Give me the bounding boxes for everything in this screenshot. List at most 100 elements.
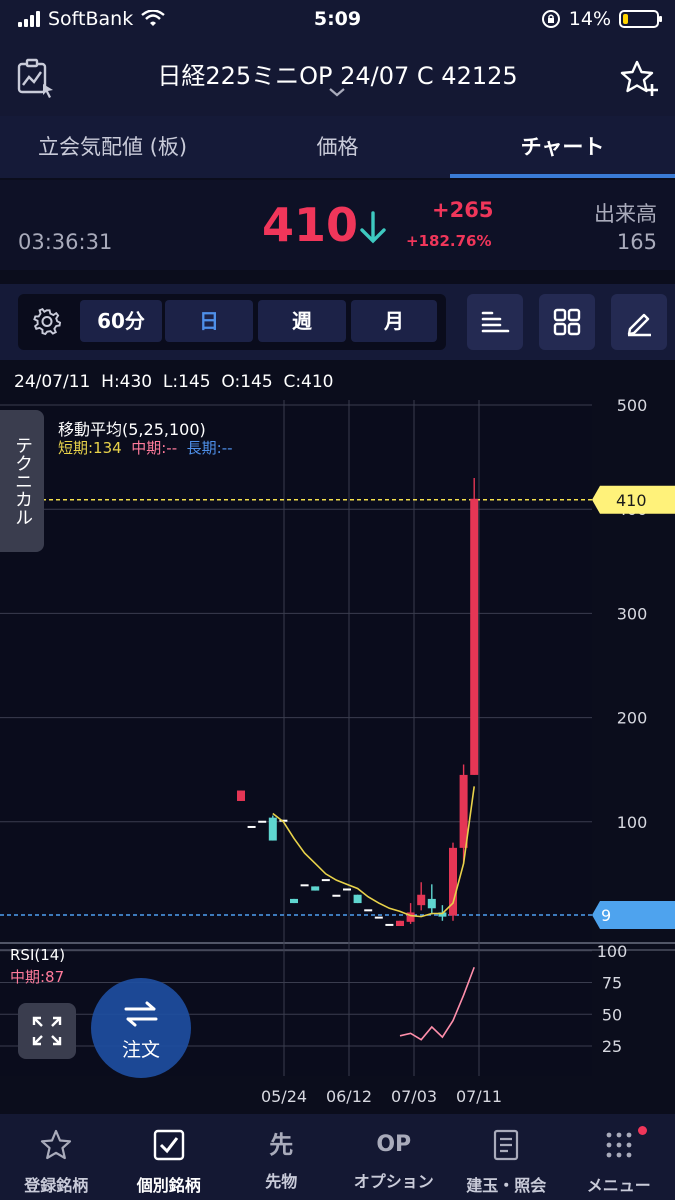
- option-icon: OP: [376, 1132, 412, 1157]
- nav-label: 登録銘柄: [24, 1176, 89, 1195]
- ma-short-value: 短期:134: [58, 439, 122, 457]
- fullscreen-button[interactable]: [18, 1003, 76, 1059]
- pencil-icon: [627, 313, 651, 337]
- nav-positions[interactable]: 建玉・照会: [450, 1114, 563, 1200]
- drawing-tool-button[interactable]: [611, 294, 667, 350]
- nav-label: 建玉・照会: [466, 1176, 547, 1195]
- ma-mid-value: 中期:--: [131, 439, 178, 457]
- nav-watchlist[interactable]: 登録銘柄: [0, 1114, 113, 1200]
- battery-percent: 14%: [568, 8, 611, 30]
- rsi-title: RSI(14): [10, 946, 66, 964]
- date-tick-label: 06/12: [326, 1087, 372, 1106]
- candle-body: [237, 790, 245, 801]
- rsi-pane-bg: [0, 946, 592, 1076]
- candle-body: [247, 825, 256, 828]
- candle-body: [470, 498, 479, 775]
- quote-panel: 03:36:31 410 +265 +182.76% 出来高 165: [0, 180, 675, 270]
- nav-individual[interactable]: 個別銘柄: [113, 1114, 226, 1200]
- price-tick-label: 500: [617, 396, 648, 415]
- star-plus-icon: [620, 60, 658, 96]
- notification-badge: [638, 1126, 647, 1135]
- candle-body: [321, 879, 330, 882]
- add-favorite-button[interactable]: [619, 58, 659, 102]
- candle-body: [459, 774, 468, 848]
- period-week-button[interactable]: 週: [258, 300, 346, 342]
- rsi-tick-label: 25: [602, 1037, 622, 1056]
- check-icon: [153, 1129, 184, 1161]
- nav-options[interactable]: OP オプション: [338, 1114, 451, 1200]
- chart-toolbar: 60分 日 週 月: [0, 284, 675, 360]
- candle-body: [385, 923, 394, 926]
- nav-futures[interactable]: 先 先物: [225, 1114, 338, 1200]
- candle-body: [396, 920, 404, 926]
- candle-body: [364, 909, 373, 912]
- nav-menu[interactable]: メニュー: [563, 1114, 675, 1200]
- candle-body: [417, 894, 426, 906]
- price-change: +265: [432, 198, 494, 222]
- view-tabs: 立会気配値 (板) 価格 チャート: [0, 116, 675, 178]
- candle-body: [343, 888, 351, 891]
- tab-chart[interactable]: チャート: [450, 116, 675, 178]
- low-price-tag-label: 9: [601, 906, 611, 925]
- candle-body: [353, 894, 362, 904]
- period-month-button[interactable]: 月: [351, 300, 437, 342]
- interval-selector[interactable]: 60分: [80, 300, 162, 342]
- nav-label: 個別銘柄: [136, 1176, 201, 1195]
- chart-settings-button[interactable]: [32, 306, 62, 340]
- grid-icon: [553, 308, 581, 336]
- date-tick-label: 05/24: [261, 1087, 307, 1106]
- indicator-list-button[interactable]: [467, 294, 523, 350]
- order-button-label: 注文: [121, 1039, 160, 1061]
- current-price-tag-label: 410: [616, 491, 647, 510]
- rsi-tick-label: 75: [602, 974, 622, 993]
- price-tick-label: 100: [617, 813, 648, 832]
- last-price: 410: [262, 198, 359, 252]
- orientation-lock-icon: [541, 10, 560, 28]
- candle-body: [427, 898, 436, 909]
- layout-grid-button[interactable]: [539, 294, 595, 350]
- volume-value: 165: [616, 230, 657, 254]
- date-tick-label: 07/11: [456, 1087, 502, 1106]
- period-selector: 60分 日 週 月: [18, 294, 446, 350]
- star-icon: [41, 1129, 72, 1160]
- ma-values: 短期:134 中期:-- 長期:--: [58, 437, 233, 458]
- gear-icon: [33, 307, 62, 336]
- status-bar: SoftBank 5:09 14%: [0, 0, 675, 40]
- candle-body: [374, 916, 383, 919]
- status-right: 14%: [541, 8, 662, 30]
- tab-order-book[interactable]: 立会気配値 (板): [0, 116, 225, 178]
- swap-arrows-icon: [124, 1001, 158, 1027]
- expand-icon: [32, 1016, 62, 1046]
- ohlc-readout: 24/07/11 H:430 L:145 O:145 C:410: [14, 372, 334, 392]
- battery-icon: [619, 10, 662, 28]
- price-tick-label: 200: [617, 709, 648, 728]
- price-pane-bg: [0, 400, 592, 940]
- volume-label: 出来高: [594, 202, 657, 226]
- nav-label: メニュー: [586, 1176, 651, 1195]
- order-button[interactable]: 注文: [91, 978, 191, 1078]
- nav-label: オプション: [353, 1172, 434, 1191]
- price-change-percent: +182.76%: [406, 232, 492, 250]
- bars-icon: [481, 311, 510, 333]
- futures-icon: 先: [269, 1131, 294, 1159]
- bottom-nav: 登録銘柄 個別銘柄 先 先物 OP オプション 建玉・照会 メニュー: [0, 1114, 675, 1200]
- candle-body: [258, 820, 267, 823]
- quote-time: 03:36:31: [18, 230, 113, 254]
- candle-body: [290, 898, 298, 904]
- ma-long-value: 長期:--: [186, 439, 233, 457]
- price-tick-label: 300: [617, 604, 648, 623]
- document-icon: [494, 1129, 519, 1161]
- date-tick-label: 07/03: [391, 1087, 437, 1106]
- tab-price[interactable]: 価格: [225, 116, 450, 178]
- nav-label: 先物: [265, 1172, 298, 1191]
- period-day-button[interactable]: 日: [165, 300, 253, 342]
- technical-panel-tab[interactable]: テクニカル: [0, 410, 44, 552]
- candle-body: [311, 886, 320, 891]
- candle-body: [332, 894, 341, 897]
- rsi-mid-value: 中期:87: [10, 968, 65, 986]
- rsi-tick-label: 100: [597, 942, 628, 961]
- title-bar: 日経225ミニOP 24/07 C 42125: [0, 40, 675, 116]
- candle-body: [268, 817, 277, 841]
- chevron-down-icon[interactable]: [328, 86, 346, 98]
- candle-body: [300, 884, 309, 887]
